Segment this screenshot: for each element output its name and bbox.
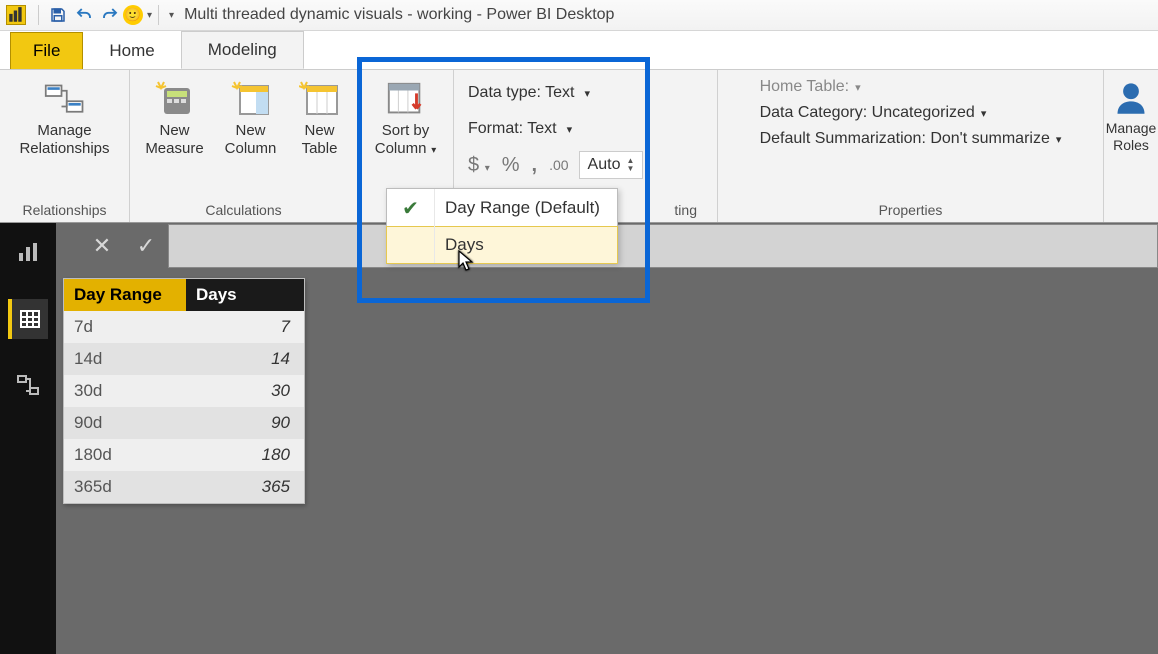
- cell-day-range[interactable]: 180d: [64, 439, 186, 471]
- new-column-label: New Column: [225, 122, 277, 158]
- group-security: Manage Roles: [1104, 70, 1158, 222]
- qat-separator: [38, 5, 39, 25]
- sort-by-column-icon: [385, 80, 427, 118]
- decimal-format-button[interactable]: .00: [549, 157, 568, 173]
- sort-by-column-dropdown: ✔ Day Range (Default) Days: [386, 188, 618, 264]
- sort-option-default-label: Day Range (Default): [435, 198, 617, 218]
- decimal-places-input[interactable]: Auto ▲▼: [579, 151, 644, 179]
- formula-commit-button[interactable]: ✓: [124, 224, 168, 268]
- group-properties: Home Table:▾ Data Category: Uncategorize…: [718, 70, 1104, 222]
- data-category-label: Data Category: Uncategorized: [760, 104, 975, 122]
- group-calculations: New Measure New Column New Table Calcula…: [130, 70, 358, 222]
- tab-file[interactable]: File: [10, 32, 83, 69]
- group-relationships: Manage Relationships Relationships: [0, 70, 130, 222]
- person-icon: [1113, 80, 1149, 116]
- model-view-button[interactable]: [8, 365, 48, 405]
- format-label: Format: Text: [468, 120, 557, 138]
- spinner-icon[interactable]: ▲▼: [626, 157, 634, 173]
- cell-days[interactable]: 365: [186, 471, 304, 503]
- new-column-button[interactable]: New Column: [215, 76, 287, 160]
- default-summarization-label: Default Summarization: Don't summarize: [760, 130, 1050, 148]
- group-label-relationships: Relationships: [6, 198, 123, 218]
- formula-input[interactable]: [168, 224, 1158, 268]
- new-table-label: New Table: [302, 122, 338, 158]
- new-table-button[interactable]: New Table: [291, 76, 349, 160]
- thousands-separator-button[interactable]: ,: [532, 154, 538, 177]
- cell-days[interactable]: 90: [186, 407, 304, 439]
- checkmark-icon: ✔: [387, 189, 435, 227]
- window-title: Multi threaded dynamic visuals - working…: [184, 6, 614, 24]
- home-table-label: Home Table:: [760, 78, 850, 96]
- new-column-icon: [230, 80, 272, 118]
- percent-format-button[interactable]: %: [502, 154, 520, 177]
- cell-day-range[interactable]: 30d: [64, 375, 186, 407]
- manage-relationships-label: Manage Relationships: [19, 122, 109, 158]
- cell-days[interactable]: 7: [186, 311, 304, 343]
- sort-by-column-button[interactable]: Sort by Column ▾: [369, 76, 443, 160]
- cell-day-range[interactable]: 14d: [64, 343, 186, 375]
- feedback-smiley-icon[interactable]: 🙂: [123, 5, 143, 25]
- relationships-icon: [44, 80, 86, 118]
- qat-customize[interactable]: ▾: [169, 10, 174, 21]
- data-view-button[interactable]: [8, 299, 48, 339]
- data-type-selector[interactable]: Data type: Text▾: [468, 78, 703, 108]
- check-empty: [387, 227, 435, 263]
- formula-cancel-button[interactable]: ✕: [80, 224, 124, 268]
- report-view-button[interactable]: [8, 233, 48, 273]
- cell-day-range[interactable]: 365d: [64, 471, 186, 503]
- cell-days[interactable]: 30: [186, 375, 304, 407]
- titlebar: 🙂 ▾ ▾ Multi threaded dynamic visuals - w…: [0, 0, 1158, 31]
- cell-day-range[interactable]: 90d: [64, 407, 186, 439]
- manage-roles-label: Manage Roles: [1106, 120, 1157, 154]
- format-selector[interactable]: Format: Text▾: [468, 114, 703, 144]
- group-label-properties: Properties: [732, 198, 1089, 218]
- sort-option-days[interactable]: Days: [386, 226, 618, 264]
- data-category-selector[interactable]: Data Category: Uncategorized▾: [760, 104, 1062, 122]
- cell-day-range[interactable]: 7d: [64, 311, 186, 343]
- new-measure-label: New Measure: [145, 122, 203, 158]
- undo-button[interactable]: [71, 2, 97, 28]
- cell-days[interactable]: 180: [186, 439, 304, 471]
- auto-label: Auto: [588, 156, 621, 174]
- data-type-label: Data type: Text: [468, 84, 574, 102]
- manage-roles-button[interactable]: Manage Roles: [1104, 78, 1158, 156]
- home-table-selector[interactable]: Home Table:▾: [760, 78, 1062, 96]
- table-row[interactable]: 7d7: [64, 311, 304, 343]
- column-header-days[interactable]: Days: [186, 279, 304, 311]
- table-header-row: Day Range Days: [64, 279, 304, 311]
- table-row[interactable]: 14d14: [64, 343, 304, 375]
- default-summarization-selector[interactable]: Default Summarization: Don't summarize▾: [760, 130, 1062, 148]
- ribbon-tabs: File Home Modeling: [0, 31, 1158, 69]
- new-measure-icon: [154, 80, 196, 118]
- qat-dropdown[interactable]: ▾: [147, 10, 152, 21]
- cell-days[interactable]: 14: [186, 343, 304, 375]
- app-icon: [6, 5, 26, 25]
- save-button[interactable]: [45, 2, 71, 28]
- table-row[interactable]: 90d90: [64, 407, 304, 439]
- view-switcher-rail: [0, 223, 56, 654]
- data-table: Day Range Days 7d714d1430d3090d90180d180…: [63, 278, 305, 504]
- currency-format-button[interactable]: $ ▾: [468, 154, 490, 177]
- table-row[interactable]: 180d180: [64, 439, 304, 471]
- tab-modeling[interactable]: Modeling: [181, 31, 304, 69]
- new-table-icon: [299, 80, 341, 118]
- tab-home[interactable]: Home: [83, 33, 180, 69]
- qat-separator-2: [158, 5, 159, 25]
- sort-by-column-label: Sort by Column ▾: [375, 122, 437, 158]
- manage-relationships-button[interactable]: Manage Relationships: [13, 76, 115, 160]
- new-measure-button[interactable]: New Measure: [139, 76, 211, 160]
- table-row[interactable]: 365d365: [64, 471, 304, 503]
- sort-option-default[interactable]: ✔ Day Range (Default): [387, 189, 617, 227]
- table-row[interactable]: 30d30: [64, 375, 304, 407]
- column-header-day-range[interactable]: Day Range: [64, 279, 186, 311]
- mouse-cursor-icon: [457, 249, 477, 278]
- redo-button[interactable]: [97, 2, 123, 28]
- group-label-calculations: Calculations: [136, 198, 351, 218]
